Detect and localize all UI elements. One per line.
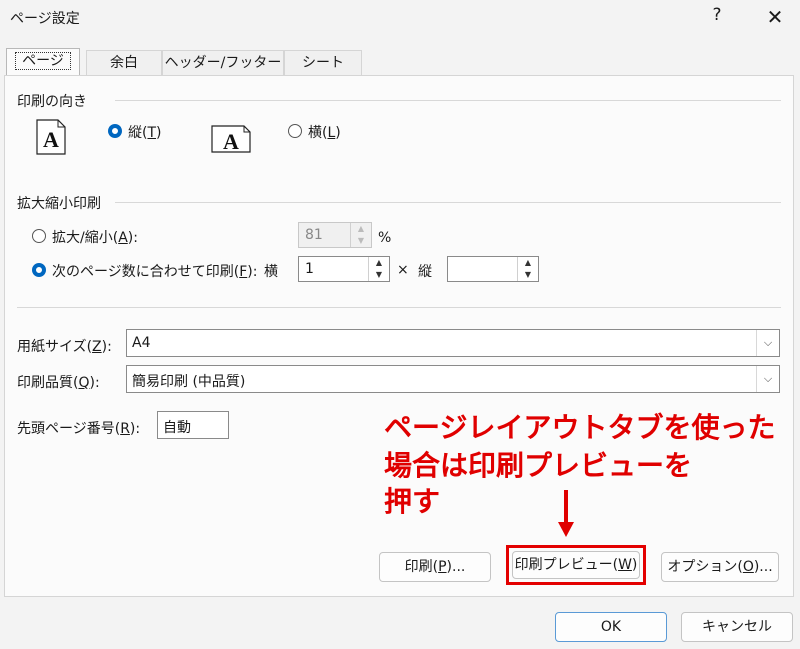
print-preview-button[interactable]: 印刷プレビュー(W) — [512, 551, 640, 579]
paper-size-label: 用紙サイズ(Z): — [17, 339, 112, 355]
fit-label[interactable]: 次のページ数に合わせて印刷(F): — [52, 261, 257, 281]
first-page-input[interactable]: 自動 — [157, 411, 229, 439]
section-divider — [115, 202, 781, 203]
chevron-down-icon[interactable]: ⌵ — [756, 366, 779, 392]
zoom-label[interactable]: 拡大/縮小(A): — [52, 227, 138, 247]
options-button[interactable]: オプション(O)... — [661, 552, 779, 582]
fit-tall-stepper[interactable]: ▲ ▼ — [447, 256, 539, 282]
portrait-radio[interactable] — [108, 124, 122, 138]
paper-size-value: A4 — [132, 335, 151, 351]
zoom-unit: % — [378, 230, 392, 246]
scaling-heading: 拡大縮小印刷 — [17, 196, 101, 212]
fit-wide-stepper[interactable]: 1 ▲ ▼ — [298, 256, 390, 282]
fit-wide-value: 1 — [305, 261, 314, 277]
print-quality-label: 印刷品質(Q): — [17, 375, 100, 391]
fit-wide-label: 横 — [264, 264, 278, 280]
annotation-arrow-icon — [558, 490, 574, 537]
fit-tall-down-icon[interactable]: ▼ — [518, 269, 538, 281]
tab-sheet[interactable]: シート — [284, 50, 362, 75]
first-page-label: 先頭ページ番号(R): — [17, 421, 141, 437]
fit-radio[interactable] — [32, 263, 46, 277]
zoom-up-icon[interactable]: ▲ — [351, 223, 371, 235]
portrait-label[interactable]: 縦(T) — [128, 122, 162, 142]
tab-margins[interactable]: 余白 — [86, 50, 162, 75]
first-page-value: 自動 — [163, 420, 191, 436]
fit-wide-up-icon[interactable]: ▲ — [369, 257, 389, 269]
zoom-down-icon[interactable]: ▼ — [351, 235, 371, 247]
window-title: ページ設定 — [10, 11, 80, 27]
tab-header-footer[interactable]: ヘッダー/フッター — [162, 50, 284, 75]
landscape-label[interactable]: 横(L) — [308, 122, 341, 142]
print-button[interactable]: 印刷(P)... — [379, 552, 491, 582]
close-button[interactable]: ✕ — [762, 3, 788, 31]
fit-tall-label: 縦 — [418, 264, 432, 280]
ok-button[interactable]: OK — [555, 612, 667, 642]
help-button[interactable]: ? — [706, 5, 728, 25]
zoom-value: 81 — [305, 227, 323, 243]
annotation-line-2: 場合は印刷プレビューを — [384, 449, 693, 482]
tab-page[interactable]: ページ — [6, 48, 80, 75]
fit-wide-down-icon[interactable]: ▼ — [369, 269, 389, 281]
section-divider — [115, 100, 781, 101]
portrait-page-icon: A — [36, 119, 66, 155]
portrait-icon-letter: A — [43, 127, 59, 152]
landscape-icon-letter: A — [223, 129, 239, 153]
cancel-button[interactable]: キャンセル — [681, 612, 793, 642]
chevron-down-icon[interactable]: ⌵ — [756, 330, 779, 356]
print-quality-select[interactable]: 簡易印刷 (中品質) ⌵ — [126, 365, 780, 393]
section-divider — [17, 307, 781, 308]
zoom-stepper[interactable]: 81 ▲ ▼ — [298, 222, 372, 248]
annotation-line-1: ページレイアウトタブを使った — [384, 411, 776, 444]
zoom-radio[interactable] — [32, 229, 46, 243]
landscape-page-icon: A — [211, 125, 251, 153]
orientation-heading: 印刷の向き — [17, 94, 87, 110]
print-quality-value: 簡易印刷 (中品質) — [132, 374, 246, 390]
title-bar — [0, 0, 800, 36]
paper-size-select[interactable]: A4 ⌵ — [126, 329, 780, 357]
times-sign: × — [397, 262, 409, 278]
fit-tall-up-icon[interactable]: ▲ — [518, 257, 538, 269]
landscape-radio[interactable] — [288, 124, 302, 138]
annotation-line-3: 押す — [384, 485, 441, 518]
